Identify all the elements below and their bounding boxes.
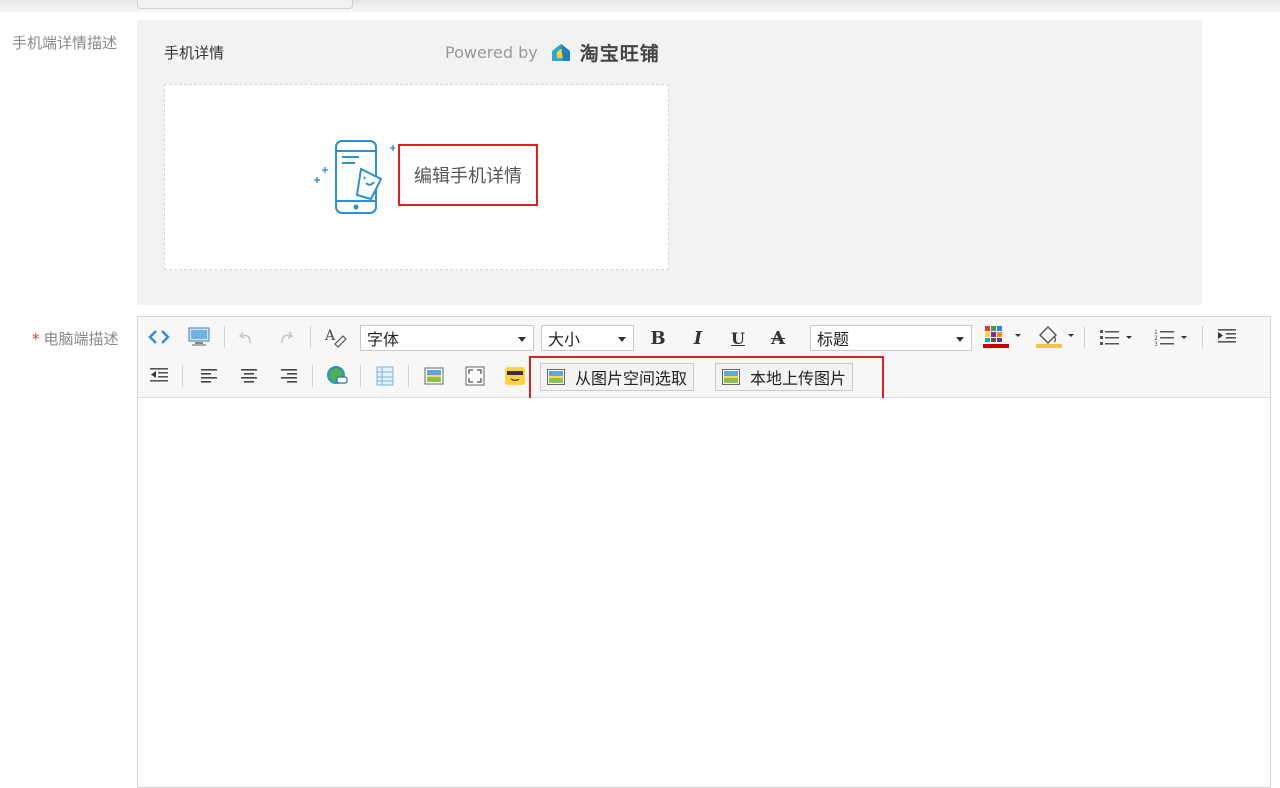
previous-field-input[interactable] bbox=[137, 0, 353, 9]
redo-icon[interactable] bbox=[274, 325, 298, 349]
align-left-icon[interactable] bbox=[196, 364, 222, 388]
mobile-detail-title: 手机详情 bbox=[164, 44, 225, 62]
mobile-detail-panel: 手机详情 Powered by 淘宝旺铺 编辑手机详情 bbox=[137, 20, 1202, 305]
format-painter-icon[interactable]: A bbox=[322, 324, 348, 350]
mobile-edit-card[interactable]: 编辑手机详情 bbox=[164, 84, 669, 270]
edit-mobile-detail-button[interactable]: 编辑手机详情 bbox=[398, 144, 538, 206]
undo-icon[interactable] bbox=[234, 325, 258, 349]
underline-button[interactable]: U bbox=[726, 325, 750, 351]
align-right-icon[interactable] bbox=[276, 364, 302, 388]
background-color-icon[interactable] bbox=[1034, 323, 1078, 351]
ordered-list-icon[interactable]: 1 2 3 bbox=[1151, 324, 1193, 350]
image-icon[interactable] bbox=[421, 363, 447, 389]
pick-from-image-space-button[interactable]: 从图片空间选取 bbox=[540, 363, 695, 391]
phone-edit-icon bbox=[314, 140, 395, 214]
fullscreen-icon[interactable] bbox=[462, 363, 488, 389]
image-space-icon bbox=[547, 369, 565, 385]
editor-content-area[interactable] bbox=[138, 398, 1270, 787]
powered-by: Powered by 淘宝旺铺 bbox=[445, 39, 660, 65]
font-size-select[interactable]: 大小 bbox=[541, 325, 634, 351]
brand-name: 淘宝旺铺 bbox=[579, 42, 660, 65]
bold-button[interactable]: B bbox=[646, 325, 670, 351]
upload-image-icon bbox=[722, 369, 740, 385]
font-color-icon[interactable] bbox=[981, 323, 1025, 351]
required-mark: * bbox=[32, 330, 40, 348]
svg-text:A: A bbox=[324, 328, 336, 344]
upload-local-image-button[interactable]: 本地上传图片 bbox=[715, 363, 854, 391]
source-code-icon[interactable] bbox=[146, 326, 172, 348]
indent-icon[interactable] bbox=[1214, 325, 1240, 349]
rich-text-editor: A 字体 大小 B I U A 标题 1 2 3 从图片空间选取 本地上传图片 bbox=[137, 316, 1271, 788]
table-icon[interactable] bbox=[372, 363, 398, 389]
outdent-icon[interactable] bbox=[146, 364, 172, 388]
italic-button[interactable]: I bbox=[686, 325, 710, 351]
wangpu-logo-icon bbox=[551, 44, 570, 61]
svg-text:3: 3 bbox=[1154, 341, 1158, 347]
pc-description-label: * 电脑端描述 bbox=[32, 330, 119, 348]
font-family-select[interactable]: 字体 bbox=[360, 325, 534, 351]
preview-icon[interactable] bbox=[186, 325, 212, 349]
mobile-detail-label: 手机端详情描述 bbox=[12, 34, 118, 52]
heading-select[interactable]: 标题 bbox=[810, 325, 972, 351]
upload-local-image-label: 本地上传图片 bbox=[750, 369, 847, 388]
link-icon[interactable] bbox=[324, 363, 350, 389]
editor-toolbar: A 字体 大小 B I U A 标题 1 2 3 从图片空间选取 本地上传图片 bbox=[138, 317, 1270, 401]
pick-from-image-space-label: 从图片空间选取 bbox=[575, 369, 688, 388]
strikethrough-button[interactable]: A bbox=[766, 325, 790, 351]
powered-by-text: Powered by bbox=[445, 42, 538, 62]
emoticon-icon[interactable] bbox=[502, 363, 528, 389]
align-center-icon[interactable] bbox=[236, 364, 262, 388]
unordered-list-icon[interactable] bbox=[1096, 324, 1138, 350]
